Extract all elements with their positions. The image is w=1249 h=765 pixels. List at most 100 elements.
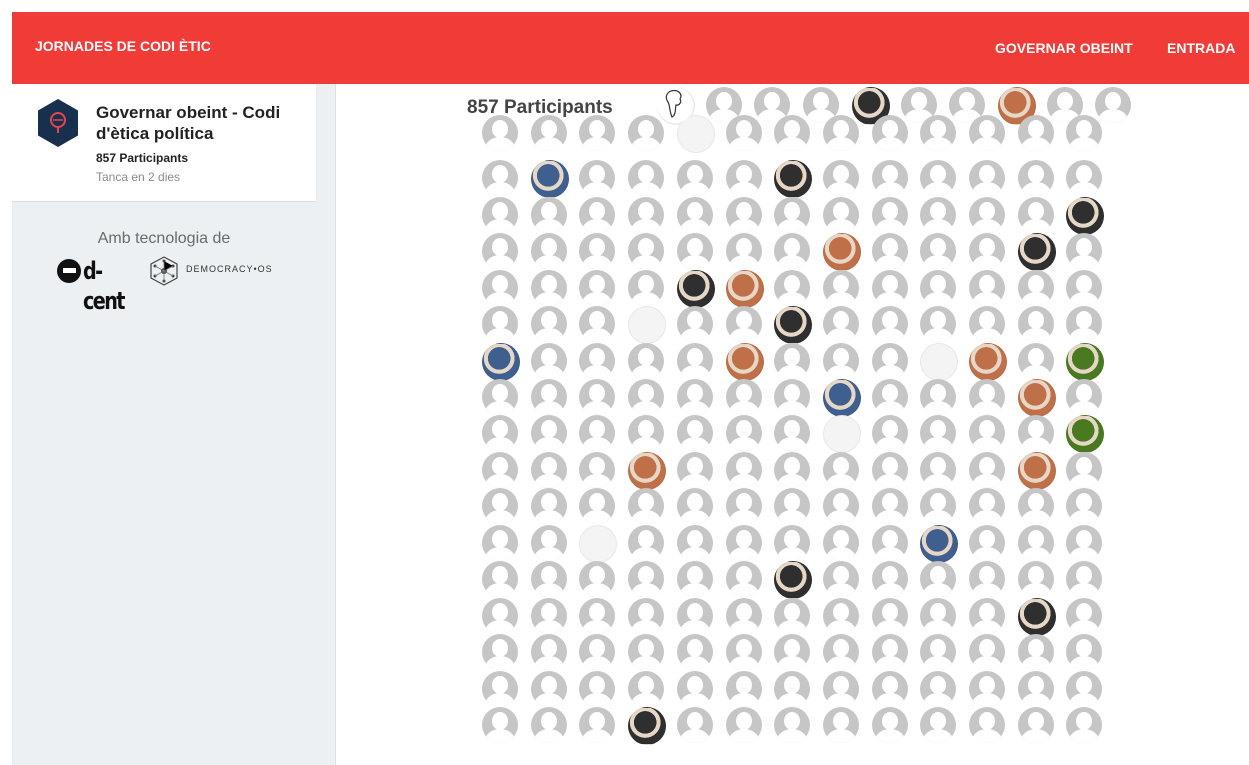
participant-avatar[interactable]	[774, 115, 811, 151]
participant-avatar[interactable]	[920, 115, 957, 151]
participant-avatar[interactable]	[628, 525, 665, 561]
participant-avatar[interactable]	[871, 415, 908, 451]
participant-avatar[interactable]	[628, 561, 665, 597]
participant-avatar[interactable]	[725, 598, 762, 634]
participant-avatar[interactable]	[920, 270, 957, 306]
participant-avatar[interactable]	[871, 488, 908, 524]
participant-avatar[interactable]	[969, 160, 1005, 196]
participant-avatar[interactable]	[676, 561, 713, 597]
participant-avatar[interactable]	[871, 343, 908, 379]
participant-avatar[interactable]	[1017, 671, 1054, 707]
participant-avatar[interactable]	[482, 525, 518, 561]
participant-avatar[interactable]	[920, 343, 959, 381]
participant-avatar[interactable]	[822, 525, 859, 561]
participant-avatar[interactable]	[920, 306, 957, 342]
participant-avatar[interactable]	[628, 160, 665, 196]
participant-avatar[interactable]	[871, 160, 908, 196]
participant-avatar[interactable]	[822, 598, 859, 634]
participant-avatar[interactable]	[969, 561, 1005, 597]
topic-card[interactable]: Governar obeint - Codi d'ètica política …	[12, 84, 316, 202]
participant-avatar[interactable]	[969, 115, 1005, 151]
participant-avatar[interactable]	[482, 488, 518, 524]
participant-avatar[interactable]	[969, 197, 1005, 233]
participant-avatar[interactable]	[920, 488, 957, 524]
participant-avatar[interactable]	[969, 343, 1007, 381]
participant-avatar[interactable]	[725, 306, 762, 342]
participant-avatar[interactable]	[482, 598, 518, 634]
participant-avatar[interactable]	[530, 452, 567, 488]
participant-avatar[interactable]	[579, 707, 616, 743]
participant-avatar[interactable]	[822, 634, 859, 670]
participant-avatar[interactable]	[1017, 561, 1054, 597]
participant-avatar[interactable]	[725, 488, 762, 524]
participant-avatar[interactable]	[579, 160, 616, 196]
participant-avatar[interactable]	[676, 160, 713, 196]
participant-avatar[interactable]	[579, 415, 616, 451]
site-brand-link[interactable]: JORNADES DE CODI ÈTIC	[35, 38, 211, 54]
participant-avatar[interactable]	[628, 306, 667, 344]
participant-avatar[interactable]	[920, 598, 957, 634]
participant-avatar[interactable]	[530, 488, 567, 524]
participant-avatar[interactable]	[579, 306, 616, 342]
participant-avatar[interactable]	[871, 561, 908, 597]
participant-avatar[interactable]	[1066, 270, 1103, 306]
participant-avatar[interactable]	[530, 233, 567, 269]
participant-avatar[interactable]	[1017, 343, 1054, 379]
participant-avatar[interactable]	[1066, 707, 1103, 743]
participant-avatar[interactable]	[774, 160, 813, 198]
participant-avatar[interactable]	[725, 115, 762, 151]
participant-avatar[interactable]	[1017, 379, 1056, 417]
participant-avatar[interactable]	[676, 233, 713, 269]
participant-avatar[interactable]	[1066, 561, 1103, 597]
participant-avatar[interactable]	[482, 452, 518, 488]
participant-avatar[interactable]	[530, 634, 567, 670]
participant-avatar[interactable]	[530, 671, 567, 707]
participant-avatar[interactable]	[579, 671, 616, 707]
participant-avatar[interactable]	[1066, 343, 1105, 381]
participant-avatar[interactable]	[725, 415, 762, 451]
participant-avatar[interactable]	[676, 197, 713, 233]
participant-avatar[interactable]	[579, 343, 616, 379]
participant-avatar[interactable]	[822, 379, 861, 417]
participant-avatar[interactable]	[1066, 233, 1103, 269]
participant-avatar[interactable]	[579, 270, 616, 306]
participant-avatar[interactable]	[676, 379, 713, 415]
participant-avatar[interactable]	[628, 598, 665, 634]
participant-avatar[interactable]	[1066, 598, 1103, 634]
participant-avatar[interactable]	[482, 160, 518, 196]
participant-avatar[interactable]	[969, 233, 1005, 269]
participant-avatar[interactable]	[774, 525, 811, 561]
participant-avatar[interactable]	[1017, 598, 1056, 636]
participant-avatar[interactable]	[969, 270, 1005, 306]
participant-avatar[interactable]	[1095, 87, 1132, 123]
participant-avatar[interactable]	[628, 379, 665, 415]
democracyos-logo[interactable]: DEMOCRACY•OS	[148, 255, 278, 287]
participant-avatar[interactable]	[774, 343, 811, 379]
participant-avatar[interactable]	[774, 634, 811, 670]
participant-avatar[interactable]	[1066, 160, 1103, 196]
participant-avatar[interactable]	[969, 525, 1005, 561]
participant-avatar[interactable]	[969, 598, 1005, 634]
participant-avatar[interactable]	[628, 452, 667, 490]
participant-avatar[interactable]	[1066, 415, 1105, 453]
participant-avatar[interactable]	[579, 525, 618, 563]
participant-avatar[interactable]	[676, 525, 713, 561]
participant-avatar[interactable]	[822, 561, 859, 597]
participant-avatar[interactable]	[969, 488, 1005, 524]
participant-avatar[interactable]	[774, 270, 811, 306]
participant-avatar[interactable]	[871, 671, 908, 707]
dcent-logo[interactable]: d-cent	[55, 256, 129, 315]
participant-avatar[interactable]	[774, 415, 811, 451]
participant-avatar[interactable]	[530, 598, 567, 634]
participant-avatar[interactable]	[579, 452, 616, 488]
participant-avatar[interactable]	[1066, 452, 1103, 488]
participant-avatar[interactable]	[1017, 160, 1054, 196]
participant-avatar[interactable]	[871, 634, 908, 670]
participant-avatar[interactable]	[871, 306, 908, 342]
participant-avatar[interactable]	[920, 671, 957, 707]
participant-avatar[interactable]	[676, 452, 713, 488]
participant-avatar[interactable]	[628, 233, 665, 269]
participant-avatar[interactable]	[579, 634, 616, 670]
participant-avatar[interactable]	[725, 343, 764, 381]
participant-avatar[interactable]	[1066, 525, 1103, 561]
